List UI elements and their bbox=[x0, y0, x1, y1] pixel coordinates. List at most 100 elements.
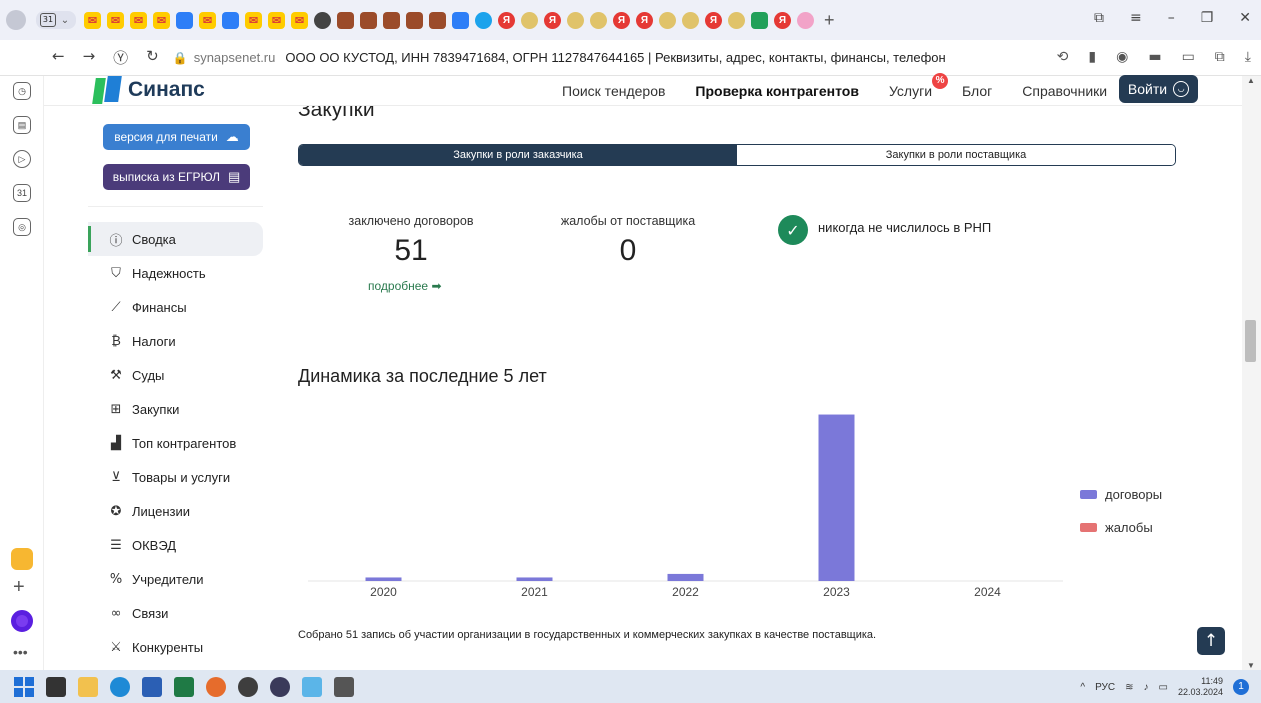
forward-icon[interactable]: → bbox=[83, 47, 96, 68]
emblem-tab-icon[interactable] bbox=[659, 11, 676, 29]
cube-tab-icon[interactable] bbox=[176, 11, 193, 29]
c-app-icon[interactable] bbox=[238, 676, 258, 697]
menu-icon[interactable]: ≡ bbox=[1130, 10, 1142, 26]
emblem-tab-icon[interactable] bbox=[521, 11, 538, 29]
site-tab-icon[interactable] bbox=[360, 11, 377, 29]
bar-2020-0[interactable] bbox=[365, 577, 402, 581]
tabs-icon[interactable]: ⧉ bbox=[1215, 49, 1225, 65]
minimize-icon[interactable]: – bbox=[1168, 10, 1175, 26]
mail-tab-icon[interactable]: ✉ bbox=[153, 11, 170, 29]
mail-tab-icon[interactable]: ✉ bbox=[291, 11, 308, 29]
screenshot-icon[interactable]: ◎ bbox=[13, 218, 31, 236]
close-icon[interactable]: ✕ bbox=[1239, 10, 1251, 26]
explorer-icon[interactable] bbox=[78, 676, 98, 697]
battery-icon[interactable]: ▭ bbox=[1182, 49, 1195, 65]
sidebar-item-procurement[interactable]: ⊞ Закупки bbox=[88, 392, 263, 426]
bar-2023-0[interactable] bbox=[818, 414, 855, 581]
yandex-tab-icon[interactable]: Я bbox=[636, 11, 653, 29]
mail-tab-icon[interactable]: ✉ bbox=[84, 11, 101, 29]
cube-tab-icon[interactable] bbox=[222, 11, 239, 29]
egrul-extract-button[interactable]: выписка из ЕГРЮЛ ▤ bbox=[103, 164, 250, 190]
nav-tender-search[interactable]: Поиск тендеров bbox=[562, 83, 665, 99]
calendar-icon[interactable]: 31 bbox=[13, 184, 31, 202]
archiver-icon[interactable] bbox=[334, 676, 354, 697]
mail-icon[interactable] bbox=[11, 548, 33, 570]
site-tab-icon[interactable] bbox=[314, 11, 331, 29]
emblem-tab-icon[interactable] bbox=[567, 11, 584, 29]
lang-indicator[interactable]: РУС bbox=[1095, 682, 1115, 693]
sidebar-item-okved[interactable]: ☰ ОКВЭД bbox=[88, 528, 263, 562]
history-icon[interactable]: ◷ bbox=[13, 82, 31, 100]
firefox-icon[interactable] bbox=[206, 676, 226, 697]
address-page-title[interactable]: ООО ОО КУСТОД, ИНН 7839471684, ОГРН 1127… bbox=[285, 50, 945, 65]
sidebar-item-summary[interactable]: ⓘ Сводка bbox=[88, 222, 263, 256]
chevron-down-icon[interactable]: ⌄ bbox=[58, 15, 72, 26]
site-tab-icon[interactable] bbox=[337, 11, 354, 29]
nav-services[interactable]: Услуги % bbox=[889, 73, 949, 99]
tray-chevron-icon[interactable]: ^ bbox=[1080, 682, 1085, 693]
excel-icon[interactable] bbox=[174, 676, 194, 697]
site-tab-icon[interactable] bbox=[452, 11, 469, 29]
edge-icon[interactable] bbox=[110, 676, 130, 697]
volume-icon[interactable]: ♪ bbox=[1144, 682, 1149, 693]
lock-icon[interactable]: 🔒 bbox=[173, 51, 188, 65]
nav-counterparty-check[interactable]: Проверка контрагентов bbox=[695, 83, 859, 99]
yandex-tab-icon[interactable]: Я bbox=[544, 11, 561, 29]
sidebar-item-competitors[interactable]: ⚔ Конкуренты bbox=[88, 630, 263, 664]
new-tab-icon[interactable]: + bbox=[824, 10, 835, 31]
sidebar-item-licenses[interactable]: ✪ Лицензии bbox=[88, 494, 263, 528]
yandex-tab-icon[interactable]: Я bbox=[705, 11, 722, 29]
sidebar-item-taxes[interactable]: ₿ Налоги bbox=[88, 324, 263, 358]
sidebar-item-founders[interactable]: % Учредители bbox=[88, 562, 263, 596]
emblem-tab-icon[interactable] bbox=[682, 11, 699, 29]
yandex-tab-icon[interactable]: Я bbox=[498, 11, 515, 29]
yandex-icon[interactable]: Ⓨ bbox=[113, 47, 128, 68]
translate-icon[interactable]: ⟲ bbox=[1057, 49, 1069, 65]
emblem-tab-icon[interactable] bbox=[590, 11, 607, 29]
mail-tab-icon[interactable]: ✉ bbox=[245, 11, 262, 29]
synapse-tab-icon[interactable] bbox=[751, 11, 768, 29]
scroll-top-button[interactable]: ↑ bbox=[1197, 627, 1225, 655]
more-icon[interactable]: ••• bbox=[13, 644, 28, 660]
tab-supplier-role[interactable]: Закупки в роли поставщика bbox=[737, 145, 1175, 165]
site-tab-icon[interactable] bbox=[797, 11, 814, 29]
nav-directories[interactable]: Справочники bbox=[1022, 83, 1107, 99]
start-icon[interactable] bbox=[14, 676, 34, 697]
site-tab-icon[interactable] bbox=[383, 11, 400, 29]
address-domain[interactable]: synapsenet.ru bbox=[194, 50, 276, 65]
legend-item-complaints[interactable]: жалобы bbox=[1080, 511, 1162, 544]
scroll-down-icon[interactable]: ▼ bbox=[1247, 661, 1255, 670]
task-view-icon[interactable] bbox=[46, 676, 66, 697]
profile-icon[interactable] bbox=[6, 10, 26, 30]
nav-blog[interactable]: Блог bbox=[962, 83, 992, 99]
extension-icon[interactable]: ◉ bbox=[1116, 49, 1128, 65]
page-scrollbar[interactable]: ▲ ▼ bbox=[1242, 76, 1261, 670]
site-tab-icon[interactable] bbox=[406, 11, 423, 29]
yandex-tab-icon[interactable]: Я bbox=[613, 11, 630, 29]
bar-2022-0[interactable] bbox=[667, 573, 704, 581]
tab-customer-role[interactable]: Закупки в роли заказчика bbox=[299, 145, 737, 165]
site-logo[interactable]: Синапс bbox=[92, 76, 205, 104]
scroll-up-icon[interactable]: ▲ bbox=[1247, 76, 1255, 85]
sidebar-item-courts[interactable]: ⚒ Суды bbox=[88, 358, 263, 392]
calendar-icon[interactable]: 31 bbox=[40, 13, 56, 27]
login-button[interactable]: Войти ◡ bbox=[1119, 75, 1198, 103]
hat-icon[interactable]: ▬ bbox=[1148, 49, 1161, 65]
bookmark-icon[interactable]: ▮ bbox=[1088, 49, 1096, 65]
sidebar-item-goods[interactable]: ⊻ Товары и услуги bbox=[88, 460, 263, 494]
yandex-browser-icon[interactable] bbox=[270, 676, 290, 697]
download-icon[interactable]: ⤓ bbox=[1245, 49, 1251, 65]
wifi-icon[interactable]: ≋ bbox=[1125, 682, 1133, 693]
mail-tab-icon[interactable]: ✉ bbox=[107, 11, 124, 29]
messenger-icon[interactable] bbox=[302, 676, 322, 697]
yandex-tab-icon[interactable]: Я bbox=[774, 11, 791, 29]
sidebar-item-links[interactable]: ∞ Связи bbox=[88, 596, 263, 630]
play-icon[interactable]: ▷ bbox=[13, 150, 31, 168]
site-tab-icon[interactable] bbox=[475, 11, 492, 29]
restore-icon[interactable]: ❐ bbox=[1201, 10, 1214, 26]
mail-tab-icon[interactable]: ✉ bbox=[130, 11, 147, 29]
scrollbar-thumb[interactable] bbox=[1245, 320, 1256, 362]
print-version-button[interactable]: версия для печати ☁ bbox=[103, 124, 250, 150]
add-icon[interactable]: + bbox=[13, 576, 25, 599]
collections-icon[interactable]: ⧉ bbox=[1094, 10, 1104, 26]
